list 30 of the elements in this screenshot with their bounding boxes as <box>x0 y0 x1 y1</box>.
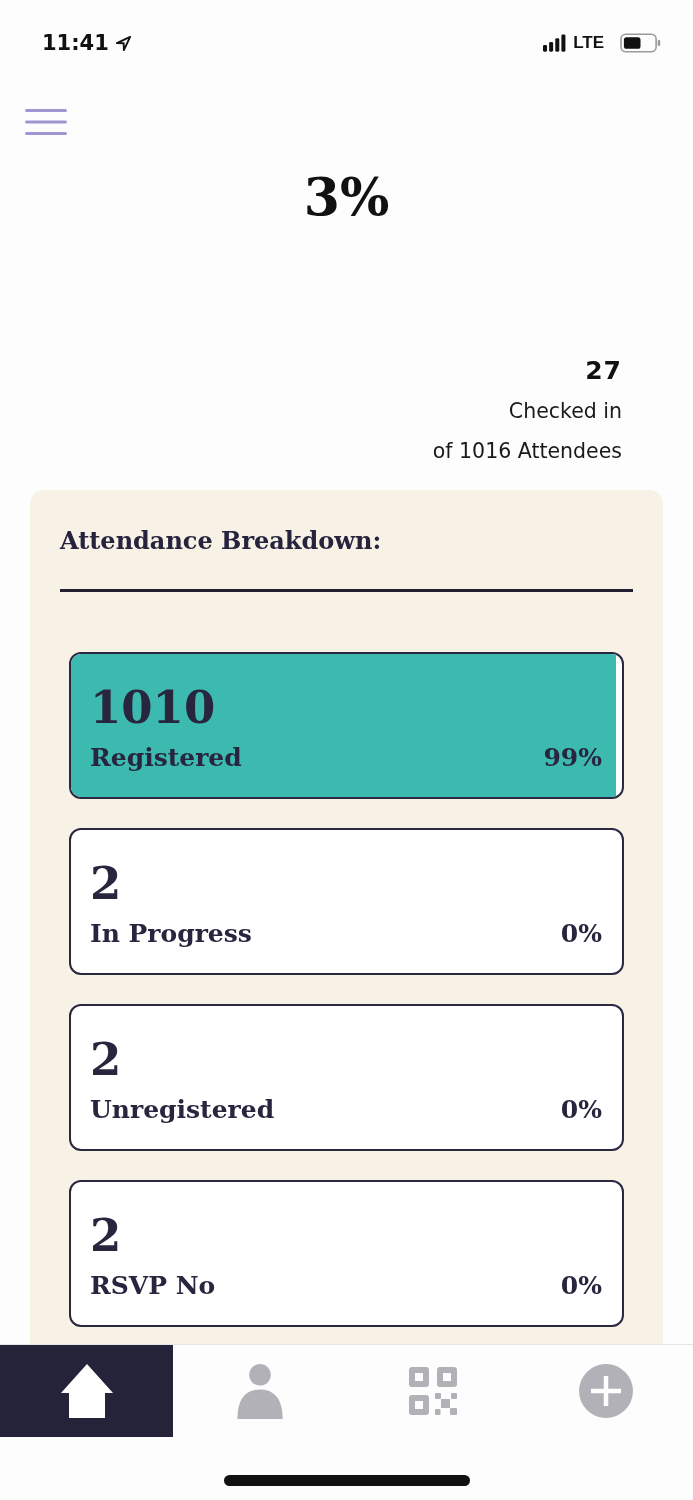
status-count: 2 <box>90 1210 122 1262</box>
status-percent: 0% <box>560 1094 602 1126</box>
status-label: Registered <box>90 742 242 774</box>
status-count: 2 <box>90 1034 122 1086</box>
checked-in-percent: 3% <box>303 167 390 227</box>
status-percent: 0% <box>560 1270 602 1302</box>
section-title: Attendance Breakdown: <box>60 525 383 557</box>
battery-icon <box>620 33 661 53</box>
qr-code-icon <box>409 1367 458 1415</box>
home-indicator[interactable] <box>223 1475 470 1486</box>
attendee-total: of 1016 Attendees <box>432 438 622 465</box>
house-icon <box>60 1364 113 1418</box>
checked-in-label: Checked in <box>508 398 622 425</box>
clock-time: 11:41 <box>42 30 109 56</box>
status-label: Unregistered <box>90 1094 275 1126</box>
signal-icon <box>543 34 567 52</box>
location-arrow-icon <box>114 34 132 52</box>
menu-button[interactable] <box>25 109 67 135</box>
checked-in-count: 27 <box>585 355 622 387</box>
status-percent: 0% <box>560 918 602 950</box>
tab-button[interactable] <box>0 1345 174 1437</box>
status-count: 2 <box>90 858 122 910</box>
person-icon <box>236 1363 283 1419</box>
status-percent: 99% <box>543 742 602 774</box>
menu-icon <box>25 109 67 135</box>
network-label: LTE <box>573 33 604 53</box>
status-count: 1010 <box>90 682 216 734</box>
status-label: In Progress <box>90 918 252 950</box>
add-icon <box>579 1364 634 1418</box>
status-label: RSVP No <box>90 1270 216 1302</box>
